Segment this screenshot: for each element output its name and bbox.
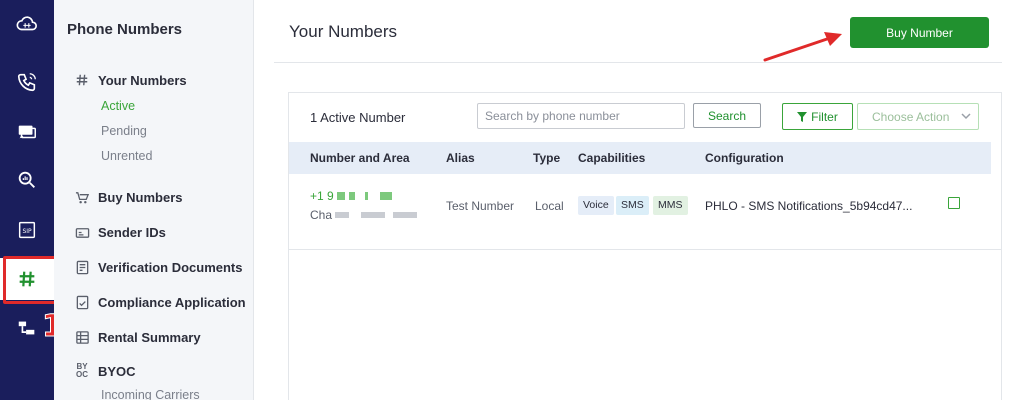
area-name: Cha xyxy=(310,208,418,222)
nav-item-buy-numbers[interactable]: Buy Numbers xyxy=(74,189,183,205)
sip-icon[interactable]: SIP xyxy=(0,210,54,250)
redacted-digits xyxy=(336,192,345,200)
nav-item-rental-summary[interactable]: Rental Summary xyxy=(74,329,201,345)
column-alias: Alias xyxy=(446,151,475,165)
cloud-grid-icon[interactable] xyxy=(0,4,54,44)
column-configuration: Configuration xyxy=(705,151,784,165)
redacted-area xyxy=(335,212,350,218)
search-button[interactable]: Search xyxy=(693,103,761,128)
nav-label-your-numbers: Your Numbers xyxy=(98,72,187,88)
nav-item-verification-documents[interactable]: Verification Documents xyxy=(74,259,242,275)
page-title: Your Numbers xyxy=(289,22,398,41)
row-checkbox[interactable] xyxy=(948,197,960,209)
nav-sub-unrented[interactable]: Unrented xyxy=(101,149,152,163)
redacted-area xyxy=(361,212,386,218)
nav-sub-incoming-carriers[interactable]: Incoming Carriers xyxy=(101,388,200,400)
nav-label-sender-ids: Sender IDs xyxy=(98,224,166,240)
phone-signal-icon[interactable] xyxy=(0,62,54,102)
column-number-and-area: Number and Area xyxy=(310,151,410,165)
nav-item-compliance-application[interactable]: Compliance Application xyxy=(74,294,246,310)
compliance-doc-icon xyxy=(74,294,90,310)
nav-label-rental-summary: Rental Summary xyxy=(98,329,201,345)
filter-icon xyxy=(797,111,808,122)
chevron-down-icon xyxy=(961,113,971,120)
table-header: Number and Area Alias Type Capabilities … xyxy=(289,142,991,174)
redacted-digits xyxy=(348,192,355,200)
filter-label: Filter xyxy=(811,109,838,124)
id-card-icon xyxy=(74,224,90,240)
nav-item-your-numbers[interactable]: Your Numbers xyxy=(74,72,187,88)
choose-action-label: Choose Action xyxy=(872,109,950,124)
redacted-digits xyxy=(379,192,392,200)
area-prefix: Cha xyxy=(310,208,333,222)
nav-item-byoc[interactable]: BY OC BYOC xyxy=(74,363,136,379)
search-input[interactable] xyxy=(477,103,685,129)
svg-text:SIP: SIP xyxy=(22,228,32,235)
document-check-icon xyxy=(74,259,90,275)
nav-item-sender-ids[interactable]: Sender IDs xyxy=(74,224,166,240)
nav-label-buy-numbers: Buy Numbers xyxy=(98,189,183,205)
nav-label-compliance-application: Compliance Application xyxy=(98,294,246,310)
redacted-area xyxy=(393,212,418,218)
nav-title: Phone Numbers xyxy=(67,21,183,38)
redacted-digits xyxy=(364,192,368,200)
nav-sub-pending[interactable]: Pending xyxy=(101,124,147,138)
nav-label-verification-documents: Verification Documents xyxy=(98,259,243,275)
list-table-icon xyxy=(74,329,90,345)
nav-label-byoc: BYOC xyxy=(98,363,136,379)
active-number-count: 1 Active Number xyxy=(310,110,406,125)
alias-cell: Test Number xyxy=(446,199,515,213)
phone-number-prefix: +1 9 xyxy=(310,189,334,203)
column-capabilities: Capabilities xyxy=(578,151,646,165)
cart-icon xyxy=(74,189,90,205)
app-window: SIP 1 Phone Numbers Your Numbers Active … xyxy=(0,0,1024,400)
capability-voice-badge: Voice xyxy=(578,196,614,215)
annotation-arrow-icon xyxy=(763,32,842,62)
column-type: Type xyxy=(533,151,561,165)
header-divider xyxy=(274,62,1002,63)
phone-numbers-nav: Phone Numbers Your Numbers Active Pendin… xyxy=(54,0,254,400)
search-analytics-icon[interactable] xyxy=(0,160,54,200)
type-cell: Local xyxy=(535,199,564,213)
phone-number-link[interactable]: +1 9 xyxy=(310,189,392,203)
nav-sub-active[interactable]: Active xyxy=(101,99,135,113)
choose-action-select[interactable]: Choose Action xyxy=(857,103,979,130)
table-row[interactable]: +1 9 Cha Test Number Local Voice SMS MMS… xyxy=(289,174,1001,250)
configuration-cell[interactable]: PHLO - SMS Notifications_5b94cd47... xyxy=(705,199,912,213)
capability-sms-badge: SMS xyxy=(616,196,649,215)
filter-button[interactable]: Filter xyxy=(782,103,853,130)
buy-number-button[interactable]: Buy Number xyxy=(850,17,989,48)
capability-mms-badge: MMS xyxy=(653,196,688,215)
numbers-card: 1 Active Number Search Filter Choose Act… xyxy=(288,92,1002,400)
messages-icon[interactable] xyxy=(0,112,54,152)
hash-small-icon xyxy=(74,72,90,88)
byoc-icon: BY OC xyxy=(76,362,88,379)
